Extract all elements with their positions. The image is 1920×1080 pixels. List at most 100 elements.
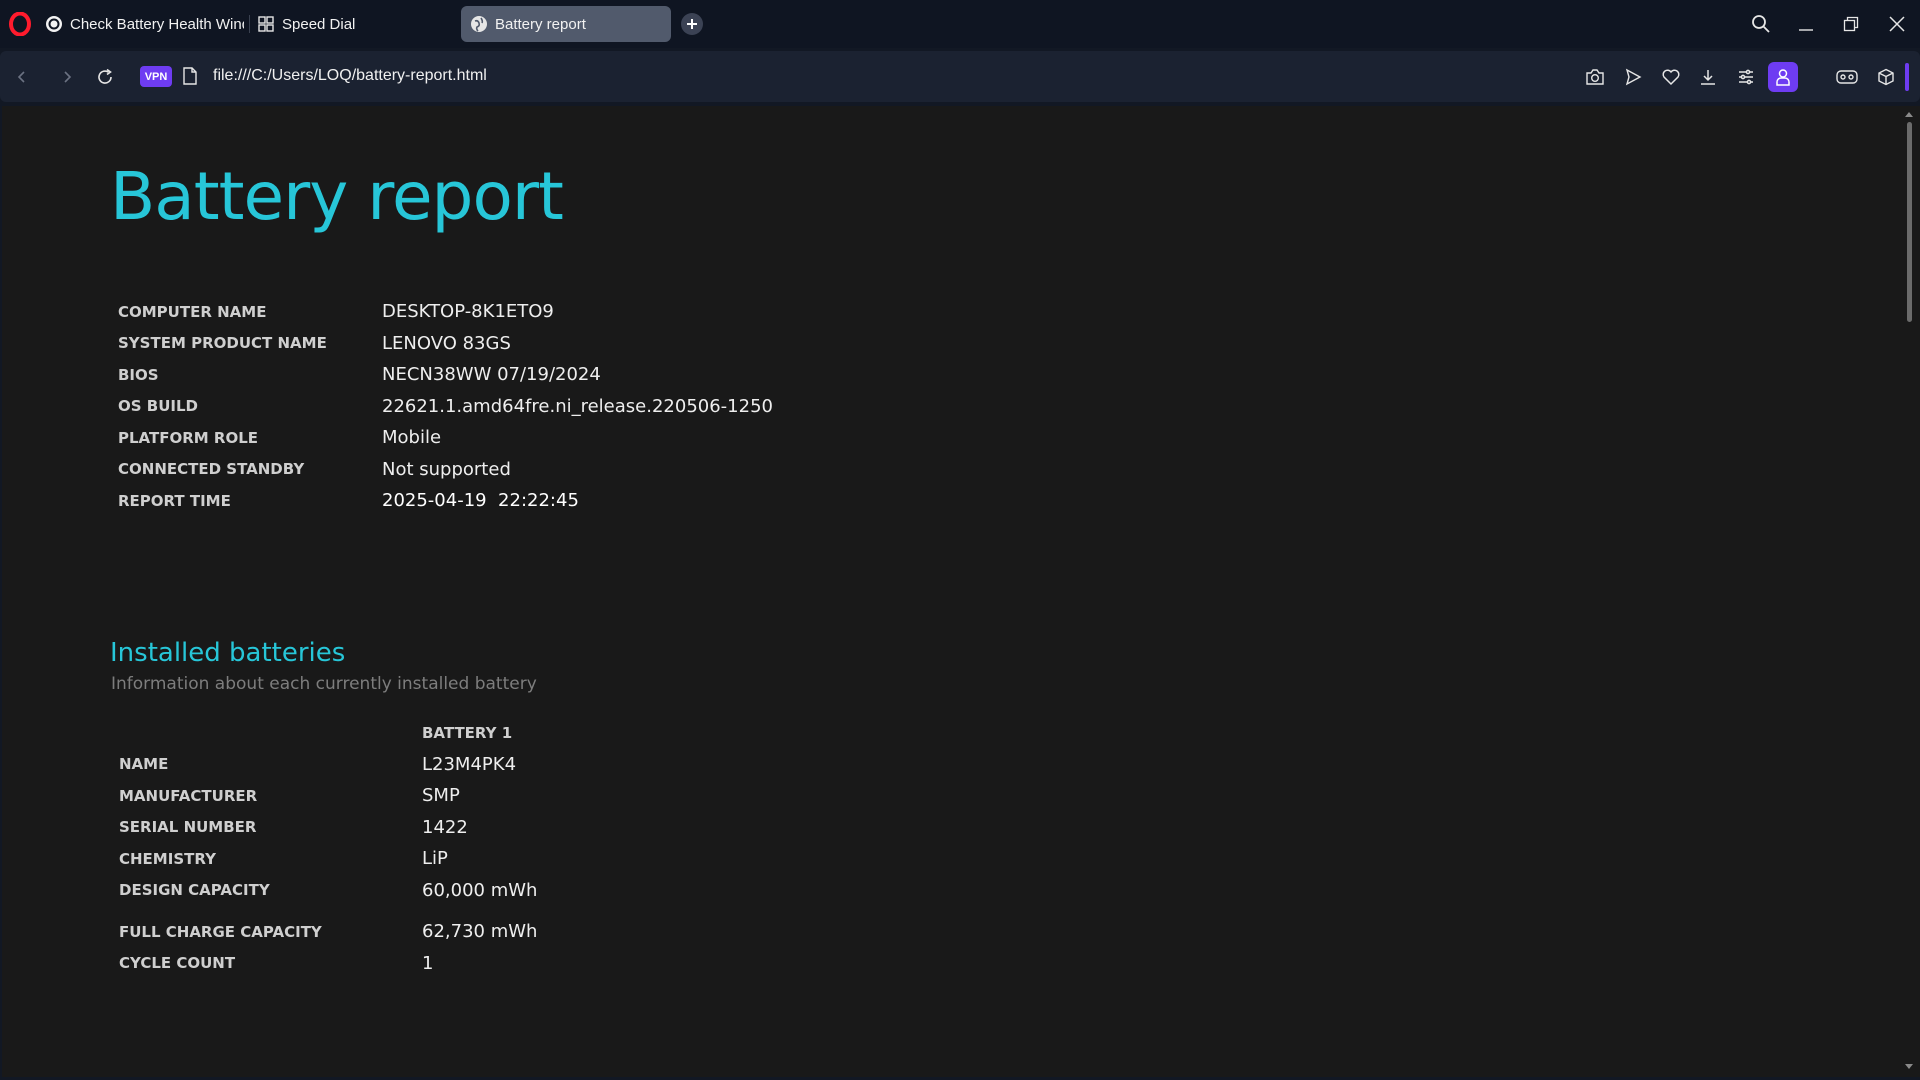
battery-value: 62,730 mWh	[422, 921, 538, 943]
speed-dial-icon	[256, 14, 276, 34]
tab-check-battery-health[interactable]: Check Battery Health Windows	[44, 6, 244, 42]
battery-label: FULL CHARGE CAPACITY	[119, 922, 322, 941]
battery-table: BATTERY 1 NAME L23M4PK4 MANUFACTURER SMP…	[119, 717, 537, 979]
battery-row: DESIGN CAPACITY 60,000 mWh	[119, 875, 537, 907]
downloads-button[interactable]	[1693, 62, 1723, 92]
cube-icon	[1878, 68, 1894, 86]
scroll-down-arrow[interactable]	[1905, 1064, 1913, 1069]
globe-icon	[469, 14, 489, 34]
tab-label: Check Battery Health Windows	[70, 15, 244, 33]
aria-icon	[1836, 70, 1858, 84]
tab-bar: Check Battery Health Windows Speed Dial …	[0, 0, 1920, 48]
info-value: DESKTOP-8K1ETO9	[382, 301, 554, 323]
minimize-icon	[1799, 29, 1813, 31]
battery-row: CYCLE COUNT 1	[119, 948, 537, 980]
page-content: Battery report COMPUTER NAME DESKTOP-8K1…	[2, 106, 1900, 1077]
battery-label: MANUFACTURER	[119, 786, 258, 805]
system-info-table: COMPUTER NAME DESKTOP-8K1ETO9 SYSTEM PRO…	[118, 296, 773, 517]
info-value: NECN38WW 07/19/2024	[382, 364, 601, 386]
chevron-left-icon	[17, 71, 25, 83]
info-value: 2025-04-19 22:22:45	[382, 490, 579, 512]
header-spacer	[119, 717, 422, 749]
battery-label: CHEMISTRY	[119, 849, 216, 868]
battery-value: 1	[422, 952, 434, 974]
info-value: LENOVO 83GS	[382, 332, 511, 354]
info-row: REPORT TIME 2025-04-19 22:22:45	[118, 485, 773, 517]
ai-button[interactable]	[1832, 62, 1862, 92]
settings-sliders-icon	[1739, 69, 1753, 85]
info-row: BIOS NECN38WW 07/19/2024	[118, 359, 773, 391]
download-icon	[1701, 70, 1715, 85]
close-icon	[1889, 16, 1905, 32]
send-button[interactable]	[1618, 62, 1648, 92]
new-tab-button[interactable]	[681, 13, 703, 35]
restore-icon	[1843, 16, 1859, 32]
battery-row: NAME L23M4PK4	[119, 749, 537, 781]
battery-label: CYCLE COUNT	[119, 954, 236, 973]
forward-button[interactable]	[53, 63, 81, 91]
file-icon[interactable]	[182, 65, 198, 87]
info-value: 22621.1.amd64fre.ni_release.220506-1250	[382, 395, 773, 417]
opera-logo-icon[interactable]	[9, 12, 31, 36]
section-description: Information about each currently install…	[111, 674, 537, 694]
info-label: OS BUILD	[118, 397, 198, 416]
info-label: CONNECTED STANDBY	[118, 460, 305, 479]
info-label: BIOS	[118, 365, 159, 384]
info-value: Not supported	[382, 458, 511, 480]
profile-button[interactable]	[1768, 62, 1798, 92]
easy-setup-button[interactable]	[1731, 62, 1761, 92]
snapshot-button[interactable]	[1580, 62, 1610, 92]
close-window-button[interactable]	[1883, 10, 1911, 38]
row-gap	[119, 906, 537, 916]
info-row: PLATFORM ROLE Mobile	[118, 422, 773, 454]
bookmark-button[interactable]	[1656, 62, 1686, 92]
battery-row: SERIAL NUMBER 1422	[119, 812, 537, 844]
info-row: OS BUILD 22621.1.amd64fre.ni_release.220…	[118, 391, 773, 423]
battery-row: FULL CHARGE CAPACITY 62,730 mWh	[119, 916, 537, 948]
user-icon	[1776, 69, 1790, 86]
battery-column-header: BATTERY 1	[422, 723, 513, 742]
url-field[interactable]: file:///C:/Users/LOQ/battery-report.html	[213, 65, 487, 87]
back-button[interactable]	[8, 63, 36, 91]
heart-icon	[1662, 69, 1680, 86]
battery-value: 60,000 mWh	[422, 879, 538, 901]
battery-label: SERIAL NUMBER	[119, 818, 257, 837]
info-row: CONNECTED STANDBY Not supported	[118, 454, 773, 486]
battery-row: CHEMISTRY LiP	[119, 843, 537, 875]
scroll-up-arrow[interactable]	[1905, 112, 1913, 117]
info-row: COMPUTER NAME DESKTOP-8K1ETO9	[118, 296, 773, 328]
tab-label: Battery report	[495, 15, 586, 33]
scroll-thumb[interactable]	[1907, 122, 1912, 322]
info-value: Mobile	[382, 427, 442, 449]
restore-button[interactable]	[1837, 10, 1865, 38]
reload-button[interactable]	[91, 63, 119, 91]
sidebar-accent	[1905, 63, 1909, 91]
plus-icon	[687, 19, 697, 29]
tab-divider	[249, 15, 250, 33]
page-scrollbar[interactable]	[1900, 106, 1920, 1077]
camera-icon	[1586, 69, 1604, 85]
battery-value: LiP	[422, 848, 448, 870]
info-row: SYSTEM PRODUCT NAME LENOVO 83GS	[118, 328, 773, 360]
battery-value: SMP	[422, 785, 460, 807]
minimize-button[interactable]	[1792, 10, 1820, 38]
battery-value: 1422	[422, 816, 468, 838]
battery-label: DESIGN CAPACITY	[119, 881, 270, 900]
extensions-button[interactable]	[1871, 62, 1901, 92]
battery-value: L23M4PK4	[422, 753, 517, 775]
info-label: REPORT TIME	[118, 491, 231, 510]
vpn-badge[interactable]: VPN	[140, 66, 172, 87]
openai-icon	[44, 14, 64, 34]
info-label: COMPUTER NAME	[118, 302, 267, 321]
info-label: SYSTEM PRODUCT NAME	[118, 334, 327, 353]
section-heading: Installed batteries	[110, 638, 346, 668]
tab-battery-report[interactable]: Battery report	[461, 6, 671, 42]
battery-header-row: BATTERY 1	[119, 717, 537, 749]
tab-label: Speed Dial	[282, 15, 356, 33]
tab-speed-dial[interactable]: Speed Dial	[256, 6, 456, 42]
page-title: Battery report	[110, 158, 564, 235]
battery-row: MANUFACTURER SMP	[119, 780, 537, 812]
address-bar: VPN file:///C:/Users/LOQ/battery-report.…	[0, 51, 1920, 102]
info-label: PLATFORM ROLE	[118, 428, 259, 447]
search-tabs-button[interactable]	[1747, 10, 1775, 38]
